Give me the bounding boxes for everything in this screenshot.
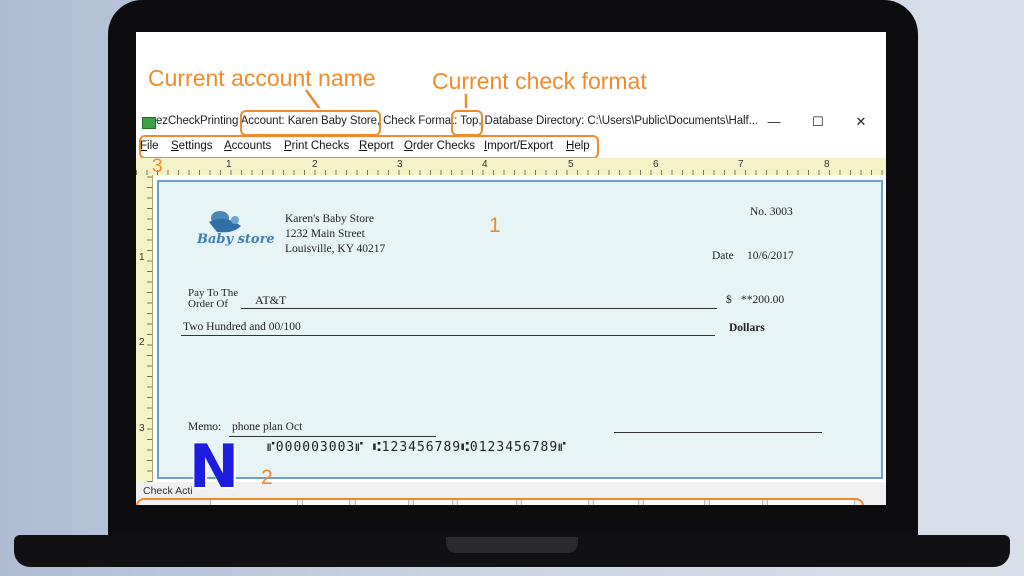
ruler-v-mark-3: 3: [139, 423, 145, 434]
memo-value: phone plan Oct: [232, 421, 303, 433]
app-icon: [142, 117, 156, 129]
logo-text: Baby store: [197, 232, 275, 247]
payer-address-line1: 1232 Main Street: [285, 228, 365, 240]
minimize-button[interactable]: —: [756, 111, 792, 133]
ruler-v-mark-2: 2: [139, 337, 145, 348]
check-preview[interactable]: Baby store Karen's Baby Store 1232 Main …: [157, 180, 883, 479]
laptop-notch: [446, 537, 578, 553]
amount-words: Two Hundred and 00/100: [183, 321, 301, 333]
close-button[interactable]: ✕: [843, 111, 879, 133]
annotation-number-1: 1: [489, 214, 501, 237]
ruler-mark-3: 3: [397, 159, 403, 170]
ruler-mark-4: 4: [482, 159, 488, 170]
account-highlight-box: [240, 110, 381, 136]
check-canvas: Baby store Karen's Baby Store 1232 Main …: [153, 175, 886, 482]
signature-line: [614, 432, 822, 433]
format-highlight-box: [451, 110, 483, 136]
ruler-mark-6: 6: [653, 159, 659, 170]
ruler-mark-8: 8: [824, 159, 830, 170]
actions-highlight-box: [136, 498, 864, 505]
micr-line: ⑈000003003⑈ ⑆123456789⑆0123456789⑈: [267, 440, 567, 455]
vertical-ruler: 1 2 3: [136, 175, 153, 482]
payee-line: [241, 308, 717, 309]
payer-address-line2: Louisville, KY 40217: [285, 243, 386, 255]
ruler-v-mark-1: 1: [139, 252, 145, 263]
payer-name: Karen's Baby Store: [285, 213, 374, 225]
payee-name: AT&T: [255, 293, 287, 307]
pay-to-label-line2: Order Of: [188, 298, 229, 310]
horizontal-ruler: 1 2 3 4 5 6 7 8: [136, 158, 886, 176]
annotation-number-2: 2: [261, 466, 273, 489]
date-value: 10/6/2017: [747, 250, 794, 262]
ruler-mark-7: 7: [738, 159, 744, 170]
dollars-label: Dollars: [729, 322, 765, 334]
ruler-mark-1: 1: [226, 159, 232, 170]
amount-words-line: [181, 335, 715, 336]
date-label: Date: [712, 250, 734, 262]
memo-line: [229, 436, 436, 437]
menu-highlight-box: [139, 135, 599, 159]
ruler-mark-5: 5: [568, 159, 574, 170]
ruler-mark-2: 2: [312, 159, 318, 170]
amount-numeric: **200.00: [741, 294, 785, 306]
check-number: No. 3003: [750, 206, 793, 218]
logo-hand-shape: [231, 216, 239, 224]
channel-logo: N: [188, 432, 240, 502]
dollar-sign: $: [726, 294, 732, 306]
maximize-button[interactable]: ☐: [800, 111, 836, 133]
screen: Current account name Current check forma…: [136, 32, 886, 505]
